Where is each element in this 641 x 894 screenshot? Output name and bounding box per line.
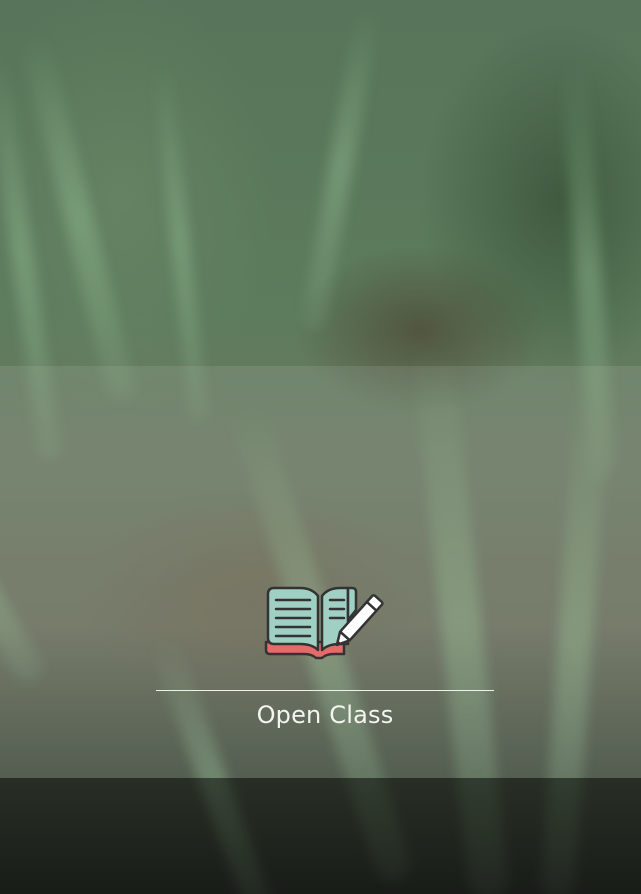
open-class-label: Open Class [256, 701, 394, 729]
divider-line [156, 690, 494, 691]
bottom-dark-band [0, 778, 641, 894]
open-book-icon [264, 586, 384, 660]
open-class-button[interactable]: Open Class [156, 580, 494, 729]
splash-screen: Open Class [0, 0, 641, 894]
